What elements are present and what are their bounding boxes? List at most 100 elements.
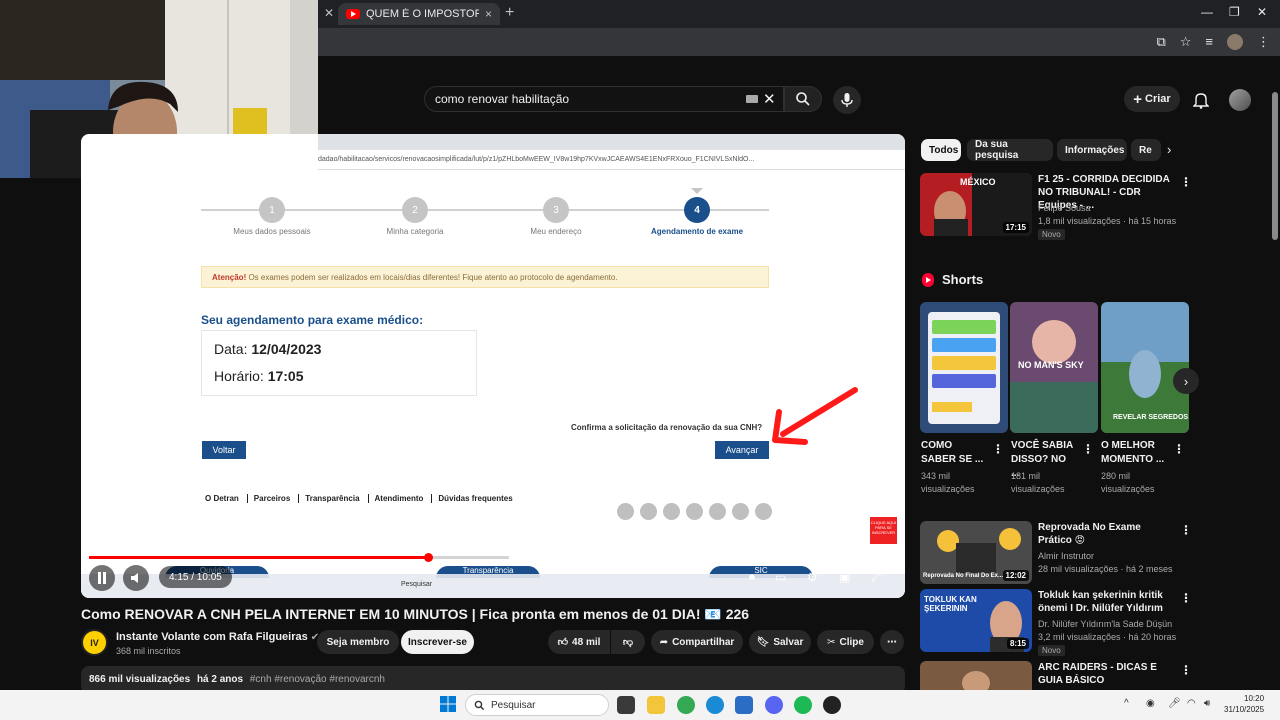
page-scrollbar[interactable]	[1272, 92, 1278, 240]
chip-related[interactable]: Re	[1131, 139, 1161, 161]
rec-channel[interactable]: Felipe Sousa	[1038, 202, 1091, 214]
schedule-title: Seu agendamento para exame médico:	[201, 313, 424, 327]
windows-start-icon[interactable]	[440, 696, 456, 712]
new-tab-button[interactable]: +	[505, 4, 514, 22]
taskbar-search[interactable]: Pesquisar	[465, 694, 609, 716]
rec-title[interactable]: Tokluk kan şekerinin kritik önemi I Dr. …	[1038, 589, 1174, 615]
dislike-button[interactable]: 👎︎	[611, 630, 645, 654]
time-display: 4:15 / 10:05	[159, 566, 232, 588]
autoplay-toggle-icon[interactable]: ⏺	[749, 570, 755, 585]
short-menu-icon[interactable]: ⋮	[1082, 442, 1094, 456]
volume-button[interactable]	[123, 565, 149, 591]
chip-from-search[interactable]: Da sua pesquisa	[967, 139, 1053, 161]
shorts-next-button[interactable]: ›	[1173, 368, 1199, 394]
keyboard-icon[interactable]	[746, 95, 758, 103]
file-explorer-icon[interactable]	[647, 696, 665, 714]
short-thumbnail[interactable]: REVELAR SEGREDOS	[1101, 302, 1189, 433]
settings-gear-icon[interactable]: ⚙	[807, 570, 818, 584]
search-query: como renovar habilitação	[435, 92, 570, 106]
join-button[interactable]: Seja membro	[317, 630, 399, 654]
more-actions-button[interactable]: ⋯	[880, 630, 904, 654]
back-button[interactable]: Voltar	[202, 441, 246, 459]
taskbar-search-label: Pesquisar	[491, 699, 536, 711]
tray-app-icon[interactable]: ◉	[1146, 698, 1155, 709]
rec-thumbnail[interactable]	[920, 661, 1032, 690]
short-thumbnail[interactable]	[920, 302, 1008, 433]
search-button[interactable]	[784, 86, 822, 112]
tab-title: QUEM É O IMPOSTOR? - YouTu	[366, 8, 479, 20]
short-title[interactable]: COMO SABER SE ...	[921, 439, 985, 467]
twitter-social-icon	[732, 503, 749, 520]
rec-channel[interactable]: Almir Instrutor	[1038, 550, 1094, 562]
store-icon[interactable]	[735, 696, 753, 714]
discord-icon[interactable]	[765, 696, 783, 714]
rec-menu-icon[interactable]: ⋮	[1180, 591, 1192, 605]
short-title[interactable]: O MELHOR MOMENTO ...	[1101, 439, 1165, 467]
rec-thumbnail[interactable]: MÉXICO 17:15	[920, 173, 1032, 236]
channel-name[interactable]: Instante Volante com Rafa Filgueiras ✔	[116, 631, 319, 643]
pause-button[interactable]	[89, 565, 115, 591]
voice-search-button[interactable]	[833, 86, 861, 114]
account-avatar[interactable]	[1229, 89, 1251, 111]
maximize-icon[interactable]: ❐	[1229, 5, 1240, 19]
chips-next-icon[interactable]: ›	[1167, 142, 1171, 157]
fullscreen-icon[interactable]: ⤢	[871, 570, 881, 585]
subscribe-button[interactable]: Inscrever-se	[401, 630, 474, 654]
rec-menu-icon[interactable]: ⋮	[1180, 663, 1192, 677]
bookmark-star-icon[interactable]: ☆	[1180, 34, 1192, 50]
browser-tab[interactable]: QUEM É O IMPOSTOR? - YouTu ×	[338, 3, 500, 25]
browser-menu-icon[interactable]: ⋮	[1257, 34, 1270, 50]
taskbar-clock[interactable]: 10:20 31/10/2025	[1224, 693, 1264, 715]
tray-overflow-icon[interactable]: ^	[1124, 698, 1129, 709]
spotify-icon[interactable]	[794, 696, 812, 714]
clip-button[interactable]: ✂ Clipe	[817, 630, 874, 654]
minimize-icon[interactable]: —	[1201, 5, 1213, 19]
miniplayer-icon[interactable]: ▣	[839, 570, 850, 584]
tray-mic-icon[interactable]: 🎤︎	[1168, 698, 1181, 709]
short-menu-icon[interactable]: ⋮	[1173, 442, 1185, 456]
chip-all[interactable]: Todos	[921, 139, 961, 161]
wifi-icon[interactable]: ◠	[1187, 698, 1196, 709]
chip-information[interactable]: Informações	[1057, 139, 1127, 161]
rec-thumbnail[interactable]: TOKLUK KAN ŞEKERININ 8:15	[920, 589, 1032, 652]
rec-menu-icon[interactable]: ⋮	[1180, 175, 1192, 189]
short-menu-icon[interactable]: ⋮	[992, 442, 1004, 456]
create-button[interactable]: + Criar	[1124, 86, 1180, 112]
profile-icon[interactable]	[1227, 34, 1243, 50]
progress-scrubber[interactable]	[424, 553, 434, 562]
rec-meta: 3,2 mil visualizações · há 20 horas	[1038, 632, 1177, 642]
volume-icon	[131, 573, 138, 583]
save-button[interactable]: 🔖︎ Salvar	[749, 630, 811, 654]
rec-channel[interactable]: Dr. Nilüfer Yıldırım'la Sade Düşün	[1038, 618, 1172, 630]
notifications-bell-icon[interactable]	[1193, 91, 1209, 109]
rec-title[interactable]: Reprovada No Exame Prático 😡	[1038, 521, 1174, 547]
short-thumbnail[interactable]: NO MAN'S SKY	[1010, 302, 1098, 433]
clip-label: Clipe	[839, 636, 864, 648]
search-input[interactable]: como renovar habilitação	[424, 86, 784, 112]
like-button[interactable]: 👍︎ 48 mil	[548, 630, 610, 654]
channel-avatar[interactable]: IV	[81, 629, 108, 656]
speaker-icon[interactable]: 🔊︎	[1204, 698, 1210, 709]
video-player[interactable]: dadao/habilitacao/servicos/renovacaosimp…	[81, 134, 905, 598]
subtitles-icon[interactable]: ▭	[775, 570, 786, 584]
install-app-icon[interactable]: ⧉	[1156, 34, 1165, 50]
chrome-icon[interactable]	[677, 696, 695, 714]
step-4-label: Agendamento de exame	[650, 227, 744, 236]
tab-close-icon[interactable]: ×	[485, 7, 492, 21]
rec-title[interactable]: ARC RAIDERS - DICAS E GUIA BÁSICO	[1038, 661, 1174, 687]
hashtags[interactable]: #cnh #renovação #renovarcnh	[250, 674, 385, 685]
close-tab-icon[interactable]: ✕	[324, 6, 334, 20]
task-view-icon[interactable]	[617, 696, 635, 714]
share-button[interactable]: ➦ Compartilhar	[651, 630, 743, 654]
clear-search-icon[interactable]: ✕	[763, 90, 776, 108]
toolbar-icons: ⧉ ☆ ≡ ⋮	[1156, 34, 1270, 50]
edge-icon[interactable]	[706, 696, 724, 714]
window-close-icon[interactable]: ✕	[1257, 5, 1267, 19]
step-3-label: Meu endereço	[530, 227, 582, 236]
windows-taskbar	[0, 690, 1280, 720]
rec-thumbnail[interactable]: Reprovada No Final Do Ex... 12:02	[920, 521, 1032, 584]
rec-meta: 1,8 mil visualizações · há 15 horas	[1038, 216, 1177, 226]
media-control-icon[interactable]: ≡	[1205, 34, 1213, 50]
rec-menu-icon[interactable]: ⋮	[1180, 523, 1192, 537]
obs-icon[interactable]	[823, 696, 841, 714]
